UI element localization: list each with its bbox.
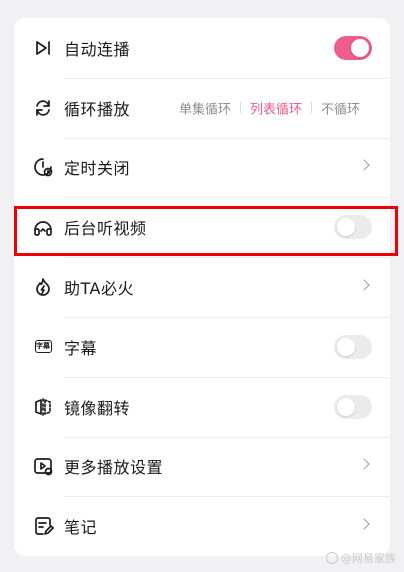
watermark: @网易家族 [326, 550, 396, 566]
setting-label: 定时关闭 [64, 159, 131, 179]
setting-label: 笔记 [64, 518, 98, 538]
subtitle-icon-text: 字幕 [34, 340, 52, 354]
setting-boost[interactable]: 助TA必火 [14, 257, 390, 317]
setting-subtitles[interactable]: 字幕 字幕 [14, 316, 390, 377]
divider [310, 101, 312, 114]
subtitles-toggle[interactable] [334, 334, 372, 359]
setting-notes[interactable]: 笔记 [14, 496, 390, 556]
play-next-icon [32, 37, 54, 59]
note-icon [32, 515, 54, 537]
setting-label: 助TA必火 [64, 279, 134, 299]
autoplay-toggle[interactable] [334, 35, 372, 60]
playback-settings-panel: 自动连播 循环播放 单集循环 列表循环 不循环 定时关闭 后台听视频 助TA必火… [14, 18, 390, 556]
setting-loop: 循环播放 单集循环 列表循环 不循环 [14, 77, 390, 138]
play-settings-icon [32, 455, 54, 477]
toggle-knob [351, 38, 369, 57]
setting-label: 自动连播 [64, 39, 131, 59]
loop-option-list[interactable]: 列表循环 [250, 98, 302, 117]
setting-mirror[interactable]: 镜像翻转 [14, 376, 390, 437]
setting-label: 字幕 [64, 338, 98, 358]
setting-label: 镜像翻转 [64, 398, 131, 418]
loop-mode-options: 单集循环 列表循环 不循环 [179, 98, 360, 117]
chevron-right-icon [358, 518, 370, 530]
watermark-text: @网易家族 [341, 552, 396, 565]
divider [239, 101, 241, 114]
setting-autoplay[interactable]: 自动连播 [14, 18, 390, 78]
watermark-logo-icon [326, 552, 338, 564]
chevron-right-icon [358, 159, 370, 172]
setting-more-playback[interactable]: 更多播放设置 [14, 436, 390, 497]
setting-timer[interactable]: 定时关闭 [14, 137, 390, 198]
loop-icon [32, 97, 54, 119]
setting-label: 循环播放 [64, 99, 131, 119]
mirror-flip-icon [32, 396, 54, 418]
toggle-knob [337, 397, 355, 416]
loop-option-none[interactable]: 不循环 [321, 98, 360, 117]
mirror-toggle[interactable] [334, 394, 372, 419]
setting-label: 更多播放设置 [64, 458, 164, 478]
chevron-right-icon [358, 279, 370, 291]
loop-option-single[interactable]: 单集循环 [179, 98, 231, 117]
fire-icon [32, 276, 54, 298]
toggle-knob [337, 337, 355, 356]
timer-icon [32, 156, 54, 178]
subtitle-icon: 字幕 [32, 336, 54, 358]
chevron-right-icon [358, 458, 370, 471]
highlight-box [14, 206, 398, 256]
